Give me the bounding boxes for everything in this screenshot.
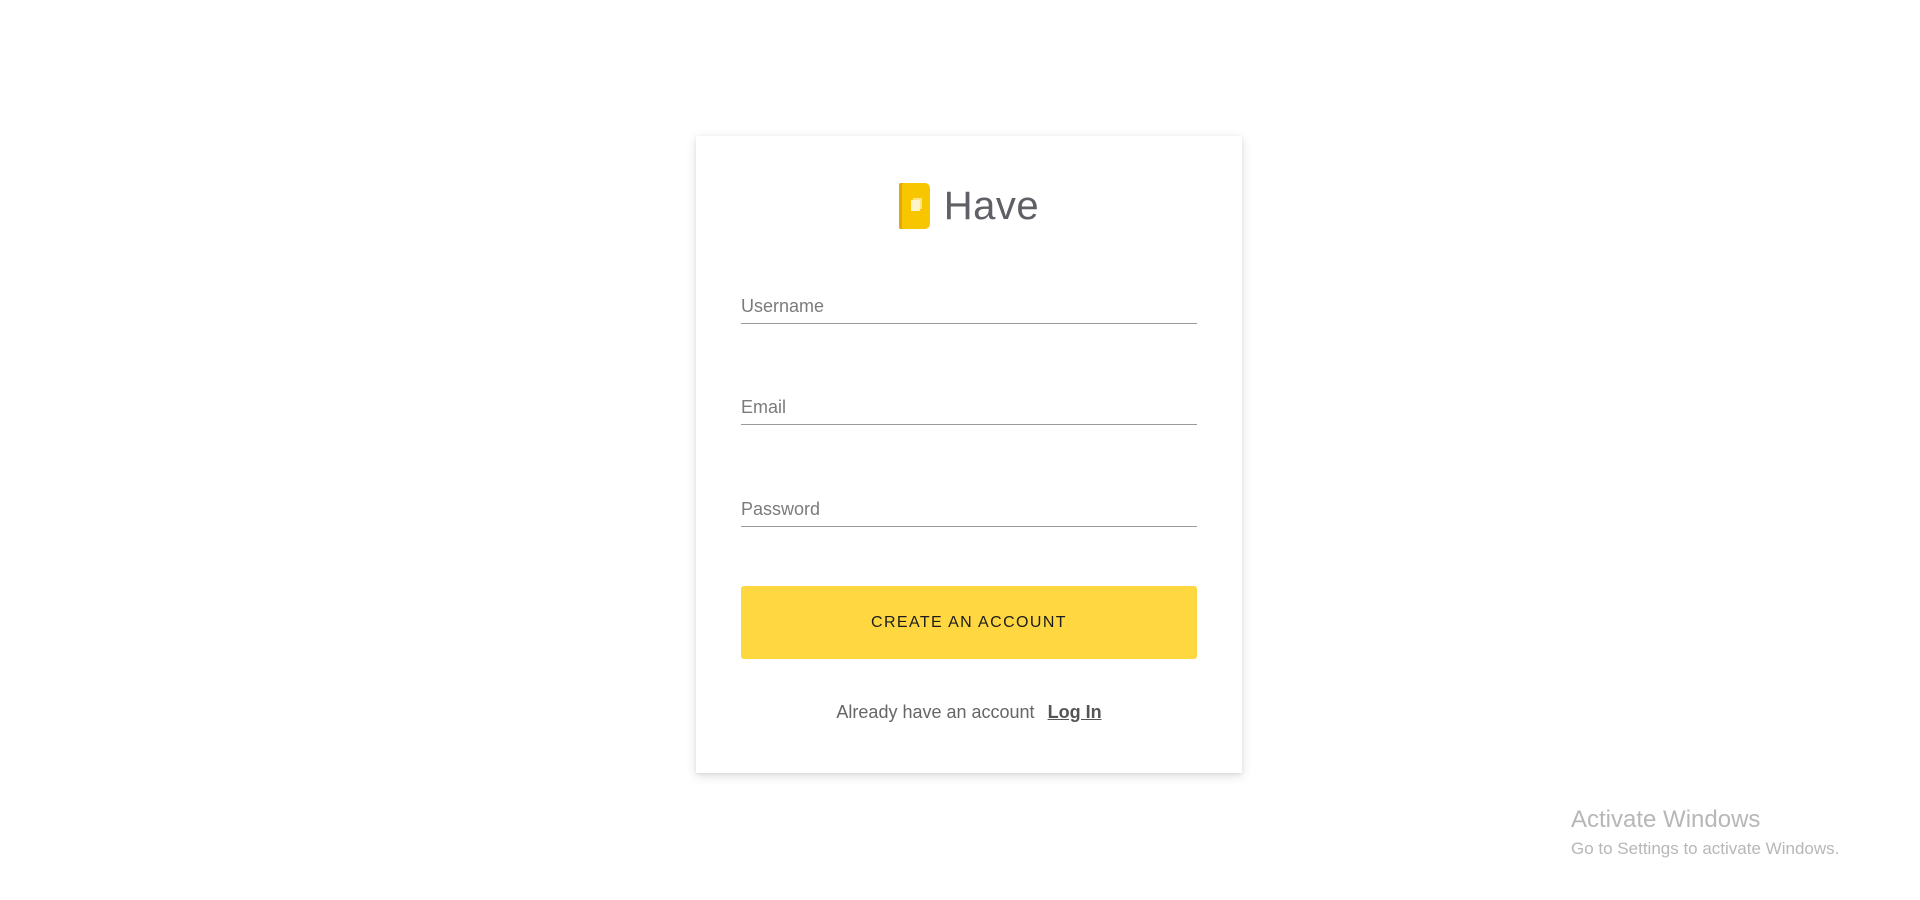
password-field[interactable] — [741, 493, 1197, 527]
create-account-button[interactable]: CREATE AN ACCOUNT — [741, 586, 1197, 659]
activate-windows-watermark: Activate Windows Go to Settings to activ… — [1571, 806, 1839, 860]
brand-header: Have — [696, 181, 1242, 231]
watermark-subtitle: Go to Settings to activate Windows. — [1571, 839, 1840, 858]
signup-card: Have CREATE AN ACCOUNT Already have an a… — [696, 136, 1242, 773]
login-link[interactable]: Log In — [1048, 702, 1102, 722]
book-icon — [898, 183, 930, 229]
brand-name: Have — [943, 184, 1040, 228]
email-field[interactable] — [741, 391, 1197, 425]
login-prompt-text: Already have an account — [836, 702, 1035, 722]
username-field[interactable] — [741, 290, 1197, 324]
login-prompt-row: Already have an account Log In — [696, 702, 1242, 723]
signup-page: Have CREATE AN ACCOUNT Already have an a… — [0, 0, 1920, 900]
watermark-title: Activate Windows — [1571, 806, 1761, 833]
